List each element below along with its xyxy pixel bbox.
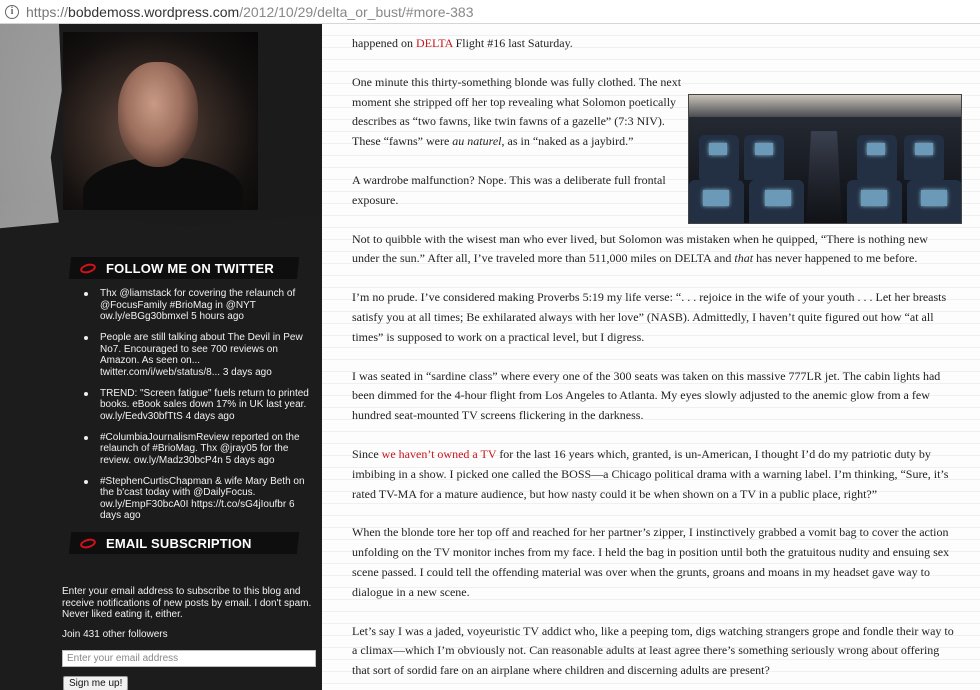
address-bar[interactable]: i https://bobdemoss.wordpress.com/2012/1… [0, 0, 980, 24]
paragraph: When the blonde tore her top off and rea… [352, 525, 950, 599]
tweet-list: Thx @liamstack for covering the relaunch… [84, 288, 312, 531]
delta-link[interactable]: DELTA [416, 36, 453, 50]
author-photo [63, 32, 258, 210]
tweet-item[interactable]: TREND: "Screen fatigue" fuels return to … [84, 388, 312, 423]
tweet-item[interactable]: People are still talking about The Devil… [84, 332, 312, 378]
post-content: happened on DELTA Flight #16 last Saturd… [322, 24, 980, 690]
paragraph: I’m no prude. I’ve considered making Pro… [352, 290, 947, 344]
paragraph: Since we haven’t owned a TV for the last… [352, 446, 949, 501]
email-field[interactable] [62, 650, 316, 667]
follower-count: Join 431 other followers [62, 629, 168, 640]
tweet-item[interactable]: #ColumbiaJournalismReview reported on th… [84, 432, 312, 467]
email-widget-title: EMAIL SUBSCRIPTION [68, 530, 300, 556]
tweet-item[interactable]: Thx @liamstack for covering the relaunch… [84, 288, 312, 323]
paragraph: happened on DELTA Flight #16 last Saturd… [352, 36, 573, 50]
airplane-cabin-image [688, 94, 962, 224]
sidebar: FOLLOW ME ON TWITTER Thx @liamstack for … [0, 24, 322, 690]
tweet-item[interactable]: #StephenCurtisChapman & wife Mary Beth o… [84, 476, 312, 522]
info-icon[interactable]: i [5, 4, 19, 19]
paragraph: Let’s say I was a jaded, voyeuristic TV … [352, 623, 954, 678]
no-tv-link[interactable]: we haven’t owned a TV [382, 447, 497, 461]
url-path: /2012/10/29/delta_or_bust/#more-383 [239, 3, 474, 20]
url-scheme: https:// [26, 3, 69, 20]
paragraph: One minute this thirty-something blonde … [352, 74, 682, 149]
paragraph: A wardrobe malfunction? Nope. This was a… [352, 172, 666, 207]
sign-up-button[interactable]: Sign me up! [63, 676, 129, 690]
email-subscription-text: Enter your email address to subscribe to… [62, 586, 312, 620]
twitter-widget-title: FOLLOW ME ON TWITTER [68, 255, 300, 281]
url-domain: bobdemoss.wordpress.com [68, 3, 240, 20]
paragraph: Not to quibble with the wisest man who e… [352, 231, 928, 266]
paragraph: I was seated in “sardine class” where ev… [352, 368, 941, 423]
